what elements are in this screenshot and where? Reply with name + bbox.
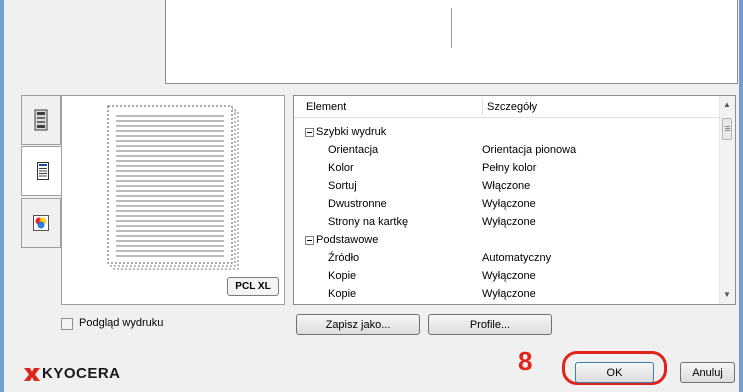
tree-row[interactable]: Źródło Automatyczny (294, 250, 722, 268)
page-stack-preview (107, 105, 239, 270)
kyocera-logo-icon (24, 368, 40, 381)
print-preview-checkbox[interactable] (61, 318, 73, 330)
tree-row-label: Podstawowe (316, 234, 379, 246)
column-header-element[interactable]: Element (306, 101, 346, 113)
scrollbar-thumb[interactable] (722, 118, 732, 140)
collapse-icon[interactable] (305, 128, 314, 137)
color-icon (33, 215, 49, 231)
tree-row-label: Sortuj (328, 180, 357, 192)
tree-row[interactable]: Dwustronne Wyłączone (294, 196, 722, 214)
tree-row-label: Dwustronne (328, 198, 387, 210)
tree-row-label: Strony na kartkę (328, 216, 409, 228)
window-frame-right (739, 0, 743, 392)
tree-row-value: Wyłączone (482, 216, 536, 228)
collapse-icon[interactable] (305, 236, 314, 245)
pcl-badge: PCL XL (227, 277, 279, 296)
tree-group-row[interactable]: Szybki wydruk (294, 124, 722, 142)
tab-printer[interactable] (21, 95, 61, 145)
tree-row-label: Kopie (328, 270, 357, 282)
tree-row-value: Włączone (482, 180, 531, 192)
tree-rows: Szybki wydruk Orientacja Orientacja pionow… (294, 124, 722, 304)
tree-row[interactable]: Kopie Wyłączone (294, 286, 722, 304)
tree-row-label: Szybki wydruk (316, 126, 387, 138)
kyocera-logo: KYOCERA (42, 365, 121, 382)
profile-button[interactable]: Profile... (428, 314, 552, 335)
column-header-details[interactable]: Szczegóły (487, 101, 537, 113)
tree-row[interactable]: Kopie Wyłączone (294, 268, 722, 286)
document-icon (36, 162, 49, 180)
tree-row[interactable]: Orientacja Orientacja pionowa (294, 142, 722, 160)
tree-scrollbar[interactable]: ▲ ▼ (719, 96, 735, 304)
tree-row-value: Automatyczny (482, 252, 552, 264)
tree-row-label: Kopie (328, 288, 357, 300)
tree-group-row[interactable]: Podstawowe (294, 232, 722, 250)
top-panel-divider (451, 8, 452, 48)
page-preview-panel (61, 95, 285, 305)
print-preview-label: Podgląd wydruku (79, 317, 164, 329)
scroll-up-icon[interactable]: ▲ (723, 100, 731, 109)
tree-header: Element Szczegóły (294, 96, 722, 118)
tree-row-value: Pełny kolor (482, 162, 537, 174)
tree-row-value: Wyłączone (482, 288, 536, 300)
tree-row-label: Orientacja (328, 144, 379, 156)
tree-row[interactable]: Strony na kartkę Wyłączone (294, 214, 722, 232)
scroll-down-icon[interactable]: ▼ (723, 290, 731, 299)
tree-row-value: Wyłączone (482, 270, 536, 282)
printer-icon (34, 109, 48, 131)
tree-row-label: Kolor (328, 162, 354, 174)
tree-row-value: Orientacja pionowa (482, 144, 577, 156)
tree-row-label: Źródło (328, 252, 360, 264)
column-separator[interactable] (482, 98, 483, 115)
settings-tree[interactable]: Element Szczegóły Szybki wydruk Orientacj… (293, 95, 736, 305)
cancel-button[interactable]: Anuluj (680, 362, 735, 383)
tree-row[interactable]: Sortuj Włączone (294, 178, 722, 196)
tree-row[interactable]: Kolor Pełny kolor (294, 160, 722, 178)
step-number: 8 (518, 346, 533, 376)
tree-row-value: Wyłączone (482, 198, 536, 210)
tab-color[interactable] (21, 198, 61, 248)
ok-button[interactable]: OK (575, 362, 654, 383)
side-tabs (21, 95, 63, 250)
tab-document[interactable] (21, 146, 63, 196)
save-as-button[interactable]: Zapisz jako... (296, 314, 420, 335)
